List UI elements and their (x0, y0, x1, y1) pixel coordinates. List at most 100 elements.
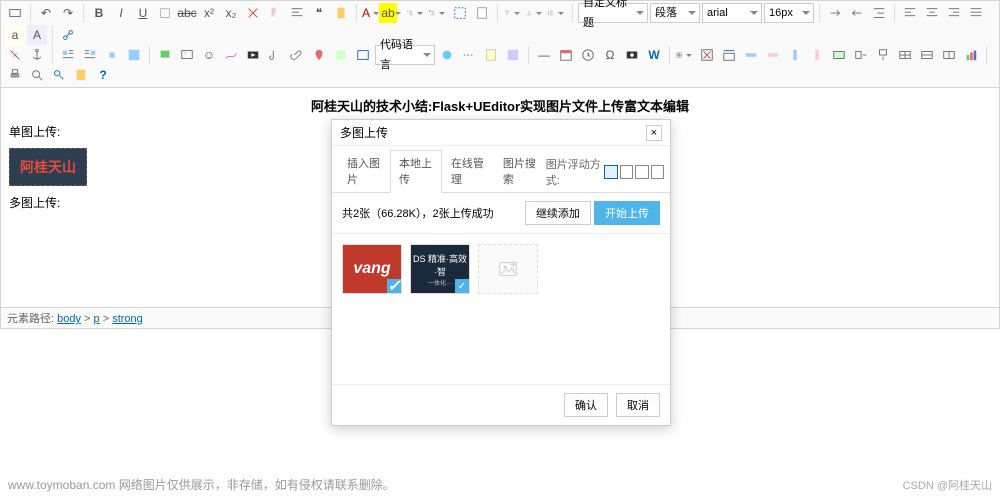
insertvideo-icon[interactable] (243, 45, 263, 65)
music-icon[interactable] (265, 45, 285, 65)
splittocols-icon[interactable] (939, 45, 959, 65)
cancel-button[interactable]: 取消 (616, 393, 660, 417)
add-image-placeholder[interactable] (478, 244, 538, 294)
snapscreen-icon[interactable] (622, 45, 642, 65)
tolowercase-icon[interactable]: A (27, 25, 47, 45)
dir-rtl-icon[interactable] (847, 3, 867, 23)
inserttable-icon[interactable] (675, 45, 695, 65)
fontborder-icon[interactable] (155, 3, 175, 23)
rowspacingtop-icon[interactable] (503, 3, 523, 23)
bold-icon[interactable]: B (89, 3, 109, 23)
rowspacingbottom-icon[interactable] (525, 3, 545, 23)
tab-online-manage[interactable]: 在线管理 (442, 150, 494, 192)
tab-local-upload[interactable]: 本地上传 (390, 150, 442, 193)
indent-icon[interactable] (869, 3, 889, 23)
preview-icon[interactable] (27, 65, 47, 85)
subscript-icon[interactable]: x₂ (221, 3, 241, 23)
pagebreak-icon[interactable] (459, 45, 479, 65)
redo-icon[interactable]: ↷ (58, 3, 78, 23)
mergecells-icon[interactable] (829, 45, 849, 65)
align-right-icon[interactable] (944, 3, 964, 23)
lineheight-icon[interactable] (547, 3, 567, 23)
fontfamily-combo[interactable]: arial (702, 3, 762, 23)
unordered-list-icon[interactable] (428, 3, 448, 23)
dialog-titlebar[interactable]: 多图上传 × (332, 120, 670, 146)
float-default-icon[interactable] (604, 165, 617, 179)
paragraph-combo[interactable]: 段落 (650, 3, 700, 23)
close-icon[interactable]: × (646, 125, 662, 141)
touppercase-icon[interactable]: a (5, 25, 25, 45)
image-none-icon[interactable] (124, 45, 144, 65)
spechars-icon[interactable]: Ω (600, 45, 620, 65)
link-icon[interactable] (58, 25, 78, 45)
undo-icon[interactable]: ↶ (36, 3, 56, 23)
simpleupload-icon[interactable] (155, 45, 175, 65)
tab-image-search[interactable]: 图片搜索 (494, 150, 546, 192)
image-center-icon[interactable] (102, 45, 122, 65)
fontsize-combo[interactable]: 16px (764, 3, 814, 23)
insertcol-icon[interactable] (785, 45, 805, 65)
mergeright-icon[interactable] (851, 45, 871, 65)
attachment-icon[interactable] (287, 45, 307, 65)
underline-icon[interactable]: U (133, 3, 153, 23)
print-icon[interactable] (5, 65, 25, 85)
date-icon[interactable] (556, 45, 576, 65)
charts-icon[interactable] (961, 45, 981, 65)
splittocells-icon[interactable] (895, 45, 915, 65)
ordered-list-icon[interactable]: 1 (406, 3, 426, 23)
path-crumb-strong[interactable]: strong (112, 313, 143, 325)
selectall-icon[interactable] (450, 3, 470, 23)
cleardoc-icon[interactable] (472, 3, 492, 23)
splittorows-icon[interactable] (917, 45, 937, 65)
superscript-icon[interactable]: x² (199, 3, 219, 23)
float-none-icon[interactable] (651, 165, 664, 179)
webapp-icon[interactable] (437, 45, 457, 65)
path-crumb-p[interactable]: p (94, 313, 100, 325)
align-center-icon[interactable] (922, 3, 942, 23)
align-justify-icon[interactable] (966, 3, 986, 23)
align-left-icon[interactable] (900, 3, 920, 23)
path-crumb-body[interactable]: body (57, 313, 81, 325)
insertframe-icon[interactable] (353, 45, 373, 65)
customstyle-combo[interactable]: 自定义标题 (578, 3, 648, 23)
background-icon[interactable] (503, 45, 523, 65)
scrawl-icon[interactable] (221, 45, 241, 65)
start-upload-button[interactable]: 开始上传 (594, 201, 660, 225)
unlink-icon[interactable] (5, 45, 25, 65)
time-icon[interactable] (578, 45, 598, 65)
insertparagraphbeforetable-icon[interactable] (719, 45, 739, 65)
dir-ltr-icon[interactable] (825, 3, 845, 23)
deletetable-icon[interactable] (697, 45, 717, 65)
anchor-icon[interactable] (27, 45, 47, 65)
pasteplain-icon[interactable] (331, 3, 351, 23)
image-right-icon[interactable] (80, 45, 100, 65)
map-icon[interactable] (309, 45, 329, 65)
removeformat-icon[interactable] (243, 3, 263, 23)
autotypeset-icon[interactable] (287, 3, 307, 23)
deletecol-icon[interactable] (807, 45, 827, 65)
gmap-icon[interactable] (331, 45, 351, 65)
help-icon[interactable]: ? (93, 65, 113, 85)
blockquote-icon[interactable]: ❝ (309, 3, 329, 23)
insertrow-icon[interactable] (741, 45, 761, 65)
emotion-icon[interactable]: ☺ (199, 45, 219, 65)
deleterow-icon[interactable] (763, 45, 783, 65)
add-more-button[interactable]: 继续添加 (525, 201, 591, 225)
source-icon[interactable] (5, 3, 25, 23)
tab-remote-image[interactable]: 插入图片 (338, 150, 390, 192)
horizontal-icon[interactable]: — (534, 45, 554, 65)
confirm-button[interactable]: 确认 (564, 393, 608, 417)
formatmatch-icon[interactable] (265, 3, 285, 23)
drafts-icon[interactable] (71, 65, 91, 85)
searchreplace-icon[interactable] (49, 65, 69, 85)
insertimage-icon[interactable] (177, 45, 197, 65)
backcolor-icon[interactable]: ab (384, 3, 404, 23)
float-left-icon[interactable] (620, 165, 633, 179)
italic-icon[interactable]: I (111, 3, 131, 23)
strikethrough-icon[interactable]: abc (177, 3, 197, 23)
thumbnail-item[interactable]: vang ✓ (342, 244, 402, 294)
thumbnail-item[interactable]: DS 精准·高效·智 一体化··· ✓ (410, 244, 470, 294)
uploaded-image-badge[interactable]: 阿桂天山 (9, 148, 87, 186)
mergedown-icon[interactable] (873, 45, 893, 65)
image-left-icon[interactable] (58, 45, 78, 65)
